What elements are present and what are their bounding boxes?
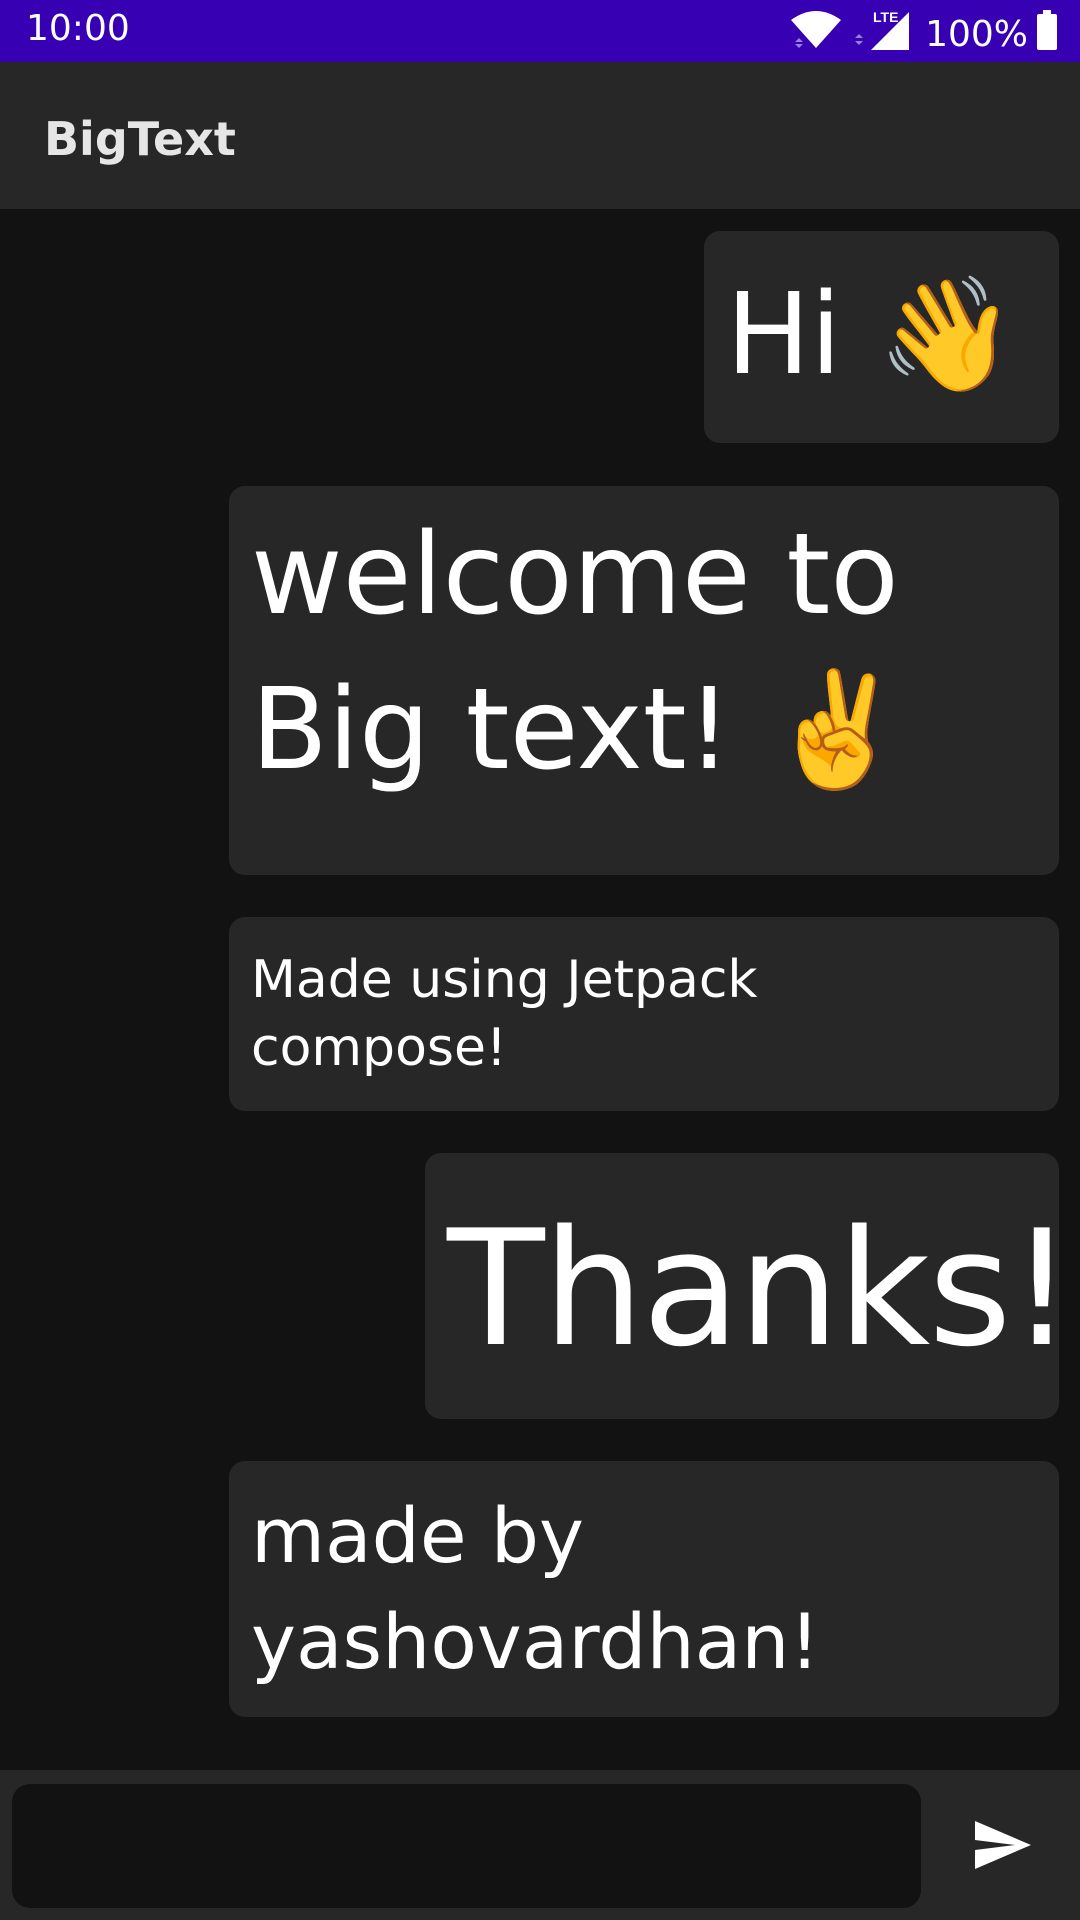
message-bubble: welcome to Big text! ✌️ xyxy=(229,486,1059,875)
status-bar: 10:00 LTE 100% xyxy=(0,0,1080,62)
app-title: BigText xyxy=(44,112,236,166)
message-bubble: Hi 👋 xyxy=(704,231,1059,443)
message-bubble: made by yashovardhan! xyxy=(229,1461,1059,1717)
send-button[interactable] xyxy=(968,1810,1038,1880)
battery-percent: 100% xyxy=(925,14,1028,55)
message-bubble: Made using Jetpack compose! xyxy=(229,917,1059,1111)
battery-icon xyxy=(1036,10,1058,59)
cell-signal-icon: LTE xyxy=(851,8,911,61)
message-input[interactable] xyxy=(12,1784,921,1908)
send-icon xyxy=(975,1821,1031,1869)
network-type-label: LTE xyxy=(873,9,898,25)
top-app-bar: BigText xyxy=(0,62,1080,209)
message-bubble: Thanks! xyxy=(425,1153,1074,1419)
wifi-icon xyxy=(789,10,843,59)
status-time: 10:00 xyxy=(26,8,130,49)
status-icons: LTE 100% xyxy=(789,8,1058,61)
composer-bar xyxy=(0,1770,1080,1920)
